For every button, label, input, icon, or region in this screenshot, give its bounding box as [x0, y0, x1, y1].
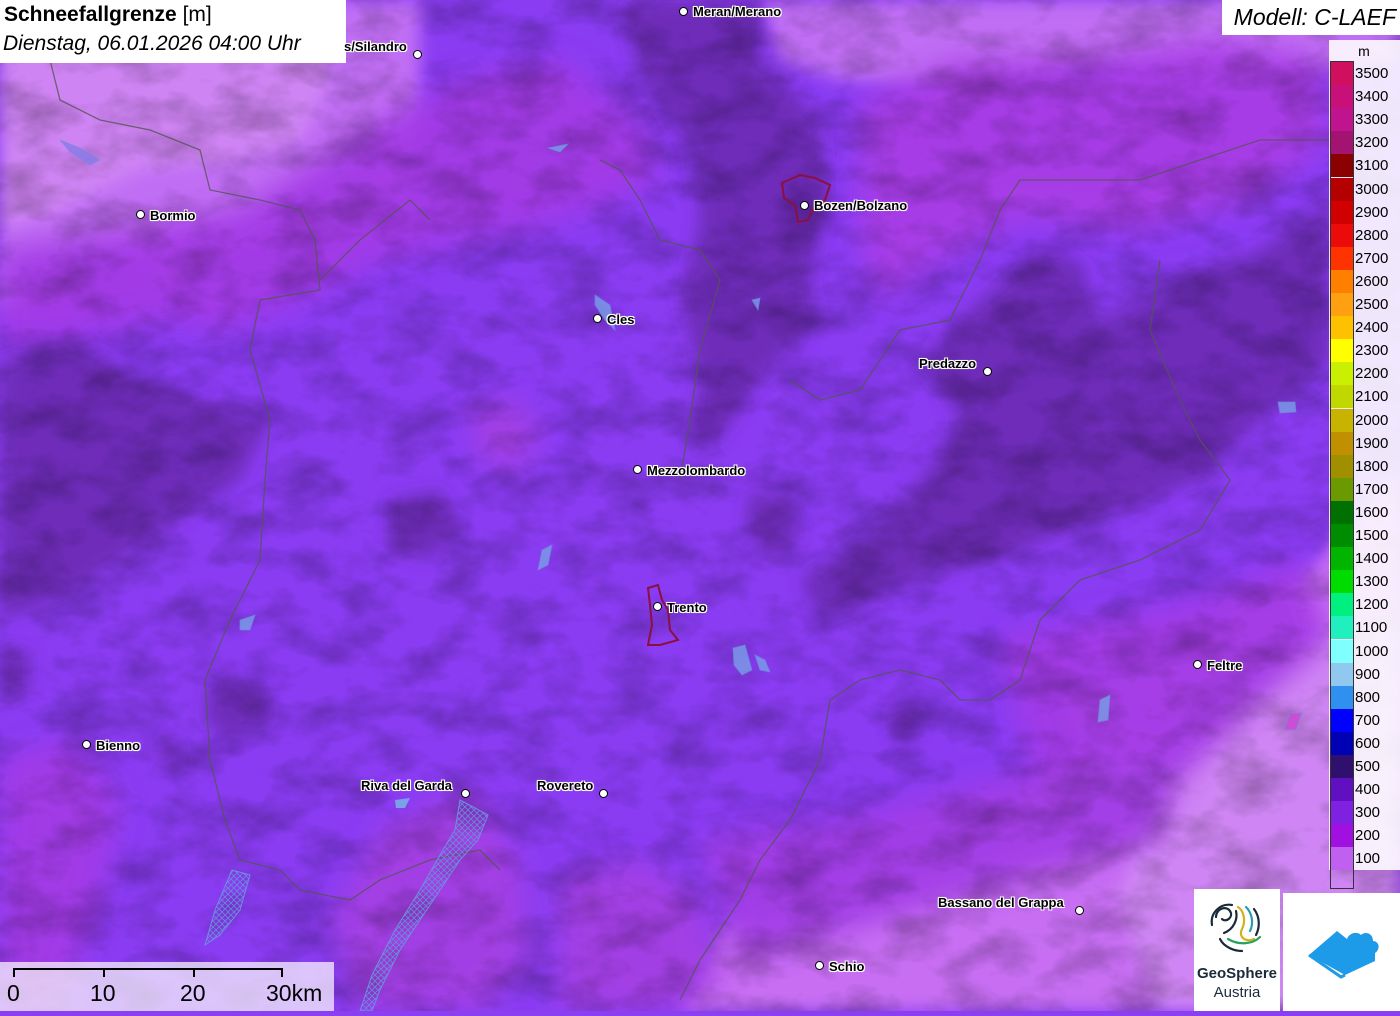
- legend-label: 1200: [1355, 596, 1389, 614]
- snowfall-map[interactable]: [0, 0, 1400, 1011]
- city-label[interactable]: Bormio: [150, 208, 196, 223]
- map-title: Schneefallgrenze [m]: [4, 3, 212, 27]
- title-text: Schneefallgrenze: [4, 3, 177, 26]
- city-marker: [136, 210, 145, 219]
- legend-label: 3200: [1355, 134, 1389, 152]
- legend-label: 1600: [1355, 503, 1389, 521]
- city-marker: [82, 740, 91, 749]
- city-label[interactable]: Bozen/Bolzano: [814, 198, 907, 213]
- legend-label: 800: [1355, 688, 1381, 706]
- city-label[interactable]: Cles: [607, 312, 634, 327]
- weather-app-logo[interactable]: [1283, 893, 1400, 1011]
- color-legend: m 3500 3400 3300 3200 3100 3000 2900 2800 2700 26…: [1329, 40, 1400, 889]
- legend-label: 400: [1355, 781, 1381, 799]
- title-unit: [m]: [182, 3, 212, 26]
- legend-label: 300: [1355, 804, 1381, 822]
- legend-unit: m: [1358, 43, 1370, 59]
- city-label[interactable]: Predazzo: [919, 356, 976, 371]
- legend-label: 200: [1355, 827, 1381, 845]
- legend-label: 2200: [1355, 365, 1389, 383]
- scale-bar: 0 10 20 30km: [0, 962, 334, 1011]
- legend-label: 2800: [1355, 226, 1389, 244]
- city-marker: [815, 961, 824, 970]
- legend-label: 2000: [1355, 411, 1389, 429]
- city-marker: [800, 201, 809, 210]
- city-marker: [653, 602, 662, 611]
- legend-label: 3400: [1355, 88, 1389, 106]
- legend-label: 1000: [1355, 642, 1389, 660]
- legend-label: 700: [1355, 711, 1381, 729]
- city-marker: [461, 789, 470, 798]
- legend-border: [1330, 61, 1354, 889]
- cloud-house-icon: [1308, 931, 1379, 979]
- legend-label: 2600: [1355, 272, 1389, 290]
- title-panel: Schneefallgrenze [m] Dienstag, 06.01.202…: [0, 0, 346, 63]
- city-label[interactable]: Bassano del Grappa: [938, 895, 1064, 910]
- legend-label: 1800: [1355, 457, 1389, 475]
- legend-label: 2700: [1355, 249, 1389, 267]
- legend-label: 1500: [1355, 527, 1389, 544]
- city-label[interactable]: Trento: [667, 600, 707, 615]
- legend-label: 3500: [1355, 65, 1389, 82]
- model-label: Modell: C-LAEF: [1233, 4, 1396, 30]
- scale-tick: [13, 968, 15, 977]
- city-label[interactable]: Bienno: [96, 738, 140, 753]
- city-marker: [599, 789, 608, 798]
- legend-label: 2500: [1355, 296, 1389, 313]
- legend-label: 3000: [1355, 180, 1389, 198]
- legend-label: 1700: [1355, 480, 1389, 498]
- legend-label: 1900: [1355, 434, 1389, 452]
- city-label[interactable]: Riva del Garda: [361, 778, 452, 793]
- scale-label-20: 20: [180, 980, 206, 1006]
- scale-label-30km: 30km: [266, 980, 323, 1006]
- scale-line: [13, 968, 283, 970]
- scale-label-10: 10: [90, 980, 116, 1006]
- forecast-time: Dienstag, 06.01.2026 04:00 Uhr: [3, 32, 301, 55]
- geosphere-country: Austria: [1213, 984, 1261, 1001]
- legend-label: 900: [1355, 665, 1381, 683]
- city-label[interactable]: Feltre: [1207, 658, 1242, 673]
- city-marker: [633, 465, 642, 474]
- legend-label: 600: [1355, 734, 1381, 752]
- geosphere-logo[interactable]: GeoSphere Austria: [1194, 889, 1280, 1011]
- city-label[interactable]: s/Silandro: [344, 39, 407, 54]
- scale-tick: [193, 968, 195, 977]
- city-label[interactable]: Mezzolombardo: [647, 463, 745, 478]
- legend-label: 1100: [1355, 619, 1388, 637]
- city-label[interactable]: Rovereto: [537, 778, 593, 793]
- scale-tick: [103, 968, 105, 977]
- legend-label: 2400: [1355, 319, 1389, 337]
- city-marker: [679, 7, 688, 16]
- geosphere-name: GeoSphere: [1196, 965, 1278, 982]
- legend-label: 1400: [1355, 550, 1389, 568]
- city-label[interactable]: Schio: [829, 959, 864, 974]
- city-marker: [593, 314, 602, 323]
- scale-tick: [281, 968, 283, 977]
- city-marker: [983, 367, 992, 376]
- legend-label: 2300: [1355, 342, 1389, 360]
- legend-label: 2100: [1355, 388, 1389, 406]
- city-marker: [1075, 906, 1084, 915]
- city-marker: [413, 50, 422, 59]
- legend-label: 1300: [1355, 573, 1389, 591]
- city-label[interactable]: Meran/Merano: [693, 4, 781, 19]
- legend-label: 3300: [1355, 111, 1389, 129]
- city-marker: [1193, 660, 1202, 669]
- legend-label: 2900: [1355, 203, 1389, 221]
- geosphere-emblem-icon: [1210, 903, 1262, 953]
- legend-label: 500: [1355, 758, 1381, 775]
- model-panel: Modell: C-LAEF: [1222, 0, 1400, 35]
- legend-label: 3100: [1355, 157, 1389, 175]
- scale-label-0: 0: [7, 980, 20, 1006]
- legend-label: 100: [1355, 850, 1381, 868]
